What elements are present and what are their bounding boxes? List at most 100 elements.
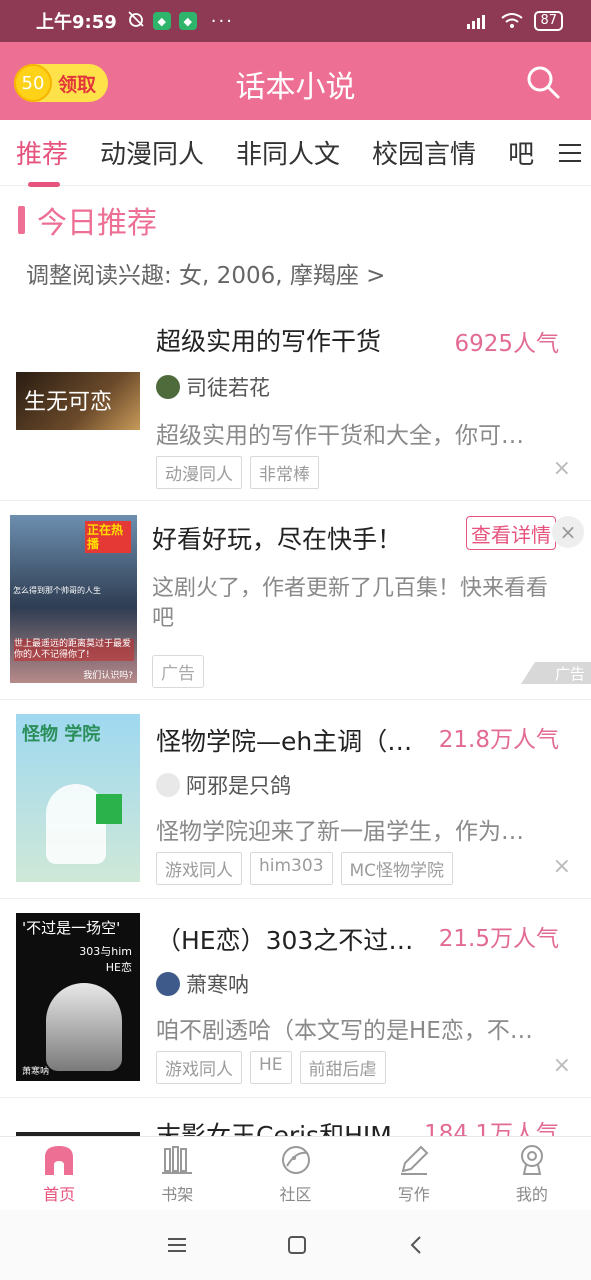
app-header: 50 领取 话本小说 (0, 42, 591, 120)
shield-app-icon: ◆ (152, 12, 171, 30)
section-marker (18, 206, 25, 234)
search-icon[interactable] (525, 64, 561, 100)
dismiss-icon[interactable]: × (553, 456, 571, 481)
story-tags: 游戏同人 him303 MC怪物学院 (156, 852, 454, 885)
home-square-icon[interactable] (286, 1234, 308, 1256)
signal-icon (467, 15, 486, 29)
tag-chip[interactable]: 游戏同人 (156, 1051, 242, 1084)
profile-icon (520, 1144, 543, 1175)
cover-author: 萧寒呐 (22, 1067, 50, 1077)
nav-profile[interactable]: 我的 (473, 1137, 591, 1210)
nav-write[interactable]: 写作 (355, 1137, 473, 1210)
story-title: 怪物学院—eh主调（… (156, 727, 413, 756)
story-tags: 动漫同人 非常棒 (156, 456, 319, 489)
cover-figure (46, 983, 122, 1071)
section-title: 今日推荐 (37, 206, 157, 241)
story-description: 怪物学院迎来了新一届学生，作为… (156, 819, 524, 845)
home-icon (45, 1145, 74, 1175)
community-icon (281, 1145, 310, 1174)
ad-description: 这剧火了，作者更新了几百集！快来看看吧 (152, 576, 549, 631)
cover-text: '不过是一场空' (22, 919, 121, 937)
author-avatar (156, 773, 180, 797)
tab-recommend[interactable]: 推荐 (16, 134, 68, 187)
story-popularity: 6925人气 (454, 331, 559, 357)
story-cover: 怪物 学院 (16, 714, 140, 882)
back-icon[interactable] (406, 1234, 426, 1256)
story-card[interactable]: '不过是一场空' 303与him HE恋 萧寒呐 （HE恋）303之不过… 21… (0, 899, 591, 1097)
tab-campus-romance[interactable]: 校园言情 (372, 134, 476, 171)
ad-caption-3: 我们认识吗? (83, 671, 133, 681)
story-description: 咱不剧透哈（本文写的是HE恋，不… (156, 1018, 533, 1044)
status-bar: 上午9:59 ◆ ◆ ··· 87 (0, 0, 591, 42)
tag-chip[interactable]: 动漫同人 (156, 456, 242, 489)
story-title: （HE恋）303之不过… (156, 926, 414, 955)
nav-community[interactable]: 社区 (236, 1137, 354, 1210)
dismiss-icon[interactable]: × (553, 1053, 571, 1078)
tag-chip[interactable]: HE (250, 1051, 292, 1084)
tab-more-partial[interactable]: 吧 (508, 134, 534, 171)
section-header: 今日推荐 (18, 198, 157, 242)
story-author[interactable]: 司徒若花 (156, 372, 270, 402)
ad-label: 广告 (152, 655, 204, 688)
adjust-interest-link[interactable]: 调整阅读兴趣: 女, 2006, 摩羯座 > (26, 256, 385, 290)
tab-anime-fanfic[interactable]: 动漫同人 (100, 134, 204, 171)
nav-home[interactable]: 首页 (0, 1137, 118, 1210)
cover-text: 怪物 学院 (22, 724, 101, 745)
pen-icon (400, 1145, 429, 1175)
story-title: 超级实用的写作干货 (156, 327, 382, 356)
nav-bookshelf-label: 书架 (161, 1184, 194, 1204)
story-tags: 游戏同人 HE 前甜后虐 (156, 1051, 386, 1084)
tag-chip[interactable]: 前甜后虐 (299, 1051, 386, 1084)
app-title: 话本小说 (235, 70, 356, 105)
system-navigation-bar (0, 1210, 591, 1280)
more-notifications-icon: ··· (210, 10, 234, 32)
nav-home-label: 首页 (43, 1184, 76, 1204)
author-name: 萧寒呐 (186, 973, 249, 997)
nav-bookshelf[interactable]: 书架 (118, 1137, 236, 1210)
author-avatar (156, 375, 180, 399)
cover-figure-2 (96, 794, 122, 824)
story-description: 超级实用的写作干货和大全，你可… (156, 423, 524, 449)
author-avatar (156, 972, 180, 996)
story-cover: '不过是一场空' 303与him HE恋 萧寒呐 (16, 913, 140, 1081)
menu-icon[interactable] (166, 1235, 188, 1255)
story-card[interactable]: 怪物 学院 怪物学院—eh主调（… 21.8万人气 阿邪是只鸽 怪物学院迎来了新… (0, 700, 591, 898)
tab-original[interactable]: 非同人文 (236, 134, 340, 171)
story-popularity: 184.1万人气 (424, 1121, 559, 1136)
ad-details-button[interactable]: 查看详情 (466, 516, 556, 550)
bottom-navigation: 首页 书架 社区 写作 我的 (0, 1136, 591, 1210)
bookshelf-icon (162, 1145, 193, 1174)
battery-indicator: 87 (534, 11, 563, 31)
story-popularity: 21.5万人气 (438, 926, 559, 952)
ad-close-icon[interactable]: × (552, 516, 584, 548)
tag-chip[interactable]: MC怪物学院 (340, 852, 454, 885)
story-title: 末影女王Ceris和HIM (156, 1121, 392, 1136)
tag-chip[interactable]: 游戏同人 (156, 852, 242, 885)
story-author[interactable]: 阿邪是只鸽 (156, 770, 291, 800)
cover-text: 生无可恋 (24, 390, 113, 415)
ad-badge: 正在热播 (85, 521, 131, 553)
nav-community-label: 社区 (279, 1184, 312, 1204)
nav-write-label: 写作 (397, 1184, 430, 1204)
shield-app-icon-2: ◆ (178, 12, 197, 30)
dismiss-icon[interactable]: × (553, 854, 571, 879)
story-card[interactable]: 生无可恋 超级实用的写作干货 6925人气 司徒若花 超级实用的写作干货和大全，… (0, 300, 591, 500)
ad-cover: 正在热播 怎么得到那个帅哥的人生 世上最遥远的距离莫过于最爱你的人不记得你了! … (10, 515, 137, 683)
wifi-icon (501, 13, 524, 28)
author-name: 司徒若花 (186, 376, 270, 400)
ad-caption-1: 怎么得到那个帅哥的人生 (13, 586, 101, 595)
cover-subtitle: 303与him HE恋 (79, 945, 132, 974)
tag-chip[interactable]: him303 (250, 852, 333, 885)
tag-chip[interactable]: 非常棒 (250, 456, 319, 489)
tab-menu-icon[interactable] (557, 140, 583, 166)
author-name: 阿邪是只鸽 (186, 774, 291, 798)
clock: 上午9:59 (36, 12, 117, 33)
story-cover: 生无可恋 (16, 372, 140, 430)
nav-profile-label: 我的 (515, 1184, 548, 1204)
ad-caption-2: 世上最遥远的距离莫过于最爱你的人不记得你了! (14, 639, 134, 661)
story-author[interactable]: 萧寒呐 (156, 969, 249, 999)
category-tabs: 推荐 动漫同人 非同人文 校园言情 吧 (0, 120, 591, 187)
story-popularity: 21.8万人气 (438, 727, 559, 753)
ad-title: 好看好玩，尽在快手！ (152, 525, 403, 554)
story-card[interactable]: 末影女王Ceris和HIM 184.1万人气 (0, 1098, 591, 1136)
